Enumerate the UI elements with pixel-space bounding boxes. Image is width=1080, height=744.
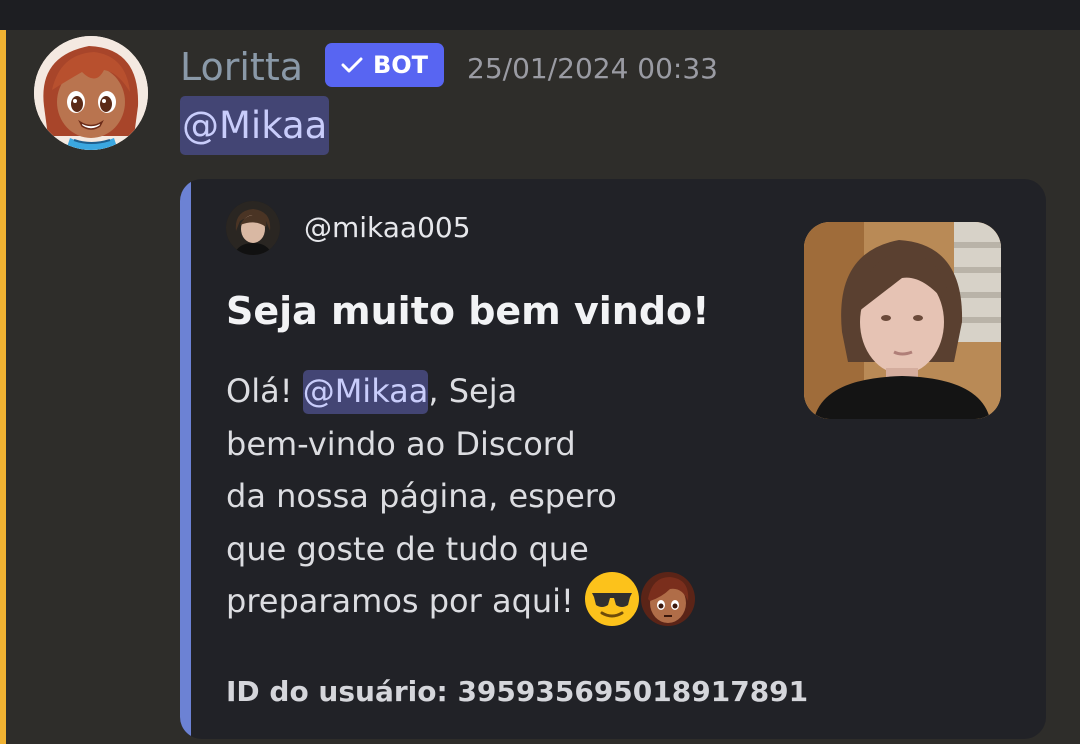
- mention-highlight-stripe: [0, 30, 6, 744]
- author-username[interactable]: Loritta: [180, 44, 303, 90]
- user-avatar-icon: [226, 201, 280, 255]
- user-photo-thumbnail-icon: [804, 222, 1001, 419]
- embed-thumbnail[interactable]: [804, 222, 1001, 419]
- greeting-text: Olá!: [226, 372, 303, 410]
- user-mention[interactable]: @Mikaa: [180, 96, 330, 155]
- loritta-avatar-icon: [34, 36, 148, 150]
- top-bar: [0, 0, 1080, 30]
- embed-description: Olá! @Mikaa, Seja bem-vindo ao Discord d…: [226, 365, 786, 628]
- embed-title: Seja muito bem vindo!: [226, 289, 710, 333]
- description-line-4: que goste de tudo que: [226, 529, 589, 568]
- bot-tag-label: BOT: [372, 51, 429, 79]
- bot-tag: BOT: [325, 43, 444, 87]
- embed-card: @mikaa005 Seja muito bem vindo! Olá! @Mi…: [180, 179, 1046, 739]
- greeting-suffix: , Seja: [428, 372, 518, 410]
- verified-check-icon: [341, 57, 363, 73]
- loritta-emoji-icon[interactable]: [640, 571, 696, 627]
- closing-text: preparamos por aqui!: [226, 582, 574, 620]
- embed-accent-bar: [180, 179, 191, 739]
- description-line-3: da nossa página, espero: [226, 477, 617, 515]
- sunglasses-emoji-icon[interactable]: [584, 571, 640, 627]
- description-line-5: preparamos por aqui!: [226, 572, 786, 628]
- message-timestamp[interactable]: 25/01/2024 00:33: [467, 52, 718, 86]
- embed-footer-user-id: ID do usuário: 395935695018917891: [226, 675, 809, 708]
- author-avatar[interactable]: [34, 36, 148, 150]
- embed-author-name[interactable]: @mikaa005: [304, 211, 471, 245]
- embed-author-avatar[interactable]: [226, 201, 280, 255]
- inline-user-mention[interactable]: @Mikaa: [302, 370, 429, 414]
- description-line-2: bem-vindo ao Discord: [226, 424, 576, 463]
- description-line-1: Olá! @Mikaa, Seja: [226, 365, 786, 418]
